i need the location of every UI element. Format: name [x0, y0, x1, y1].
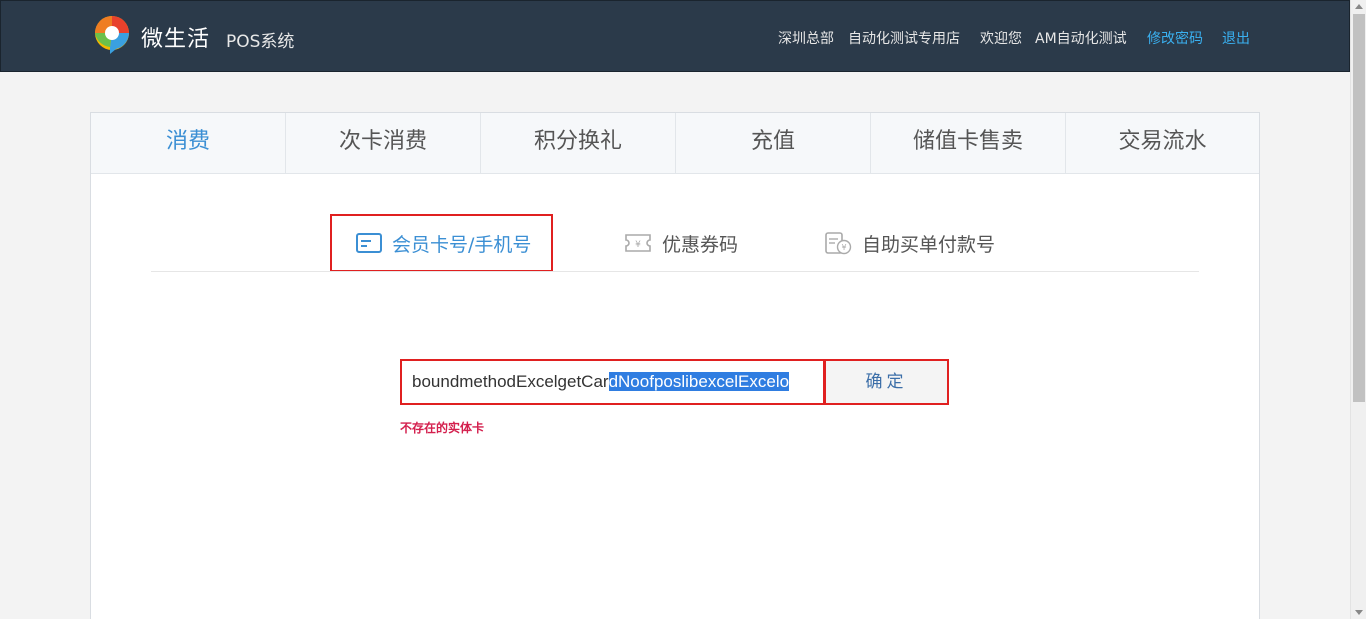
card-icon: [356, 233, 382, 253]
scroll-down-icon[interactable]: [1355, 610, 1363, 615]
subtab-self-pay[interactable]: ¥ 自助买单付款号: [824, 214, 995, 272]
tab-count-card-consume[interactable]: 次卡消费: [286, 113, 481, 173]
user-name: AM自动化测试: [1035, 31, 1127, 47]
svg-text:¥: ¥: [841, 243, 846, 252]
subtab-divider: [151, 271, 1199, 272]
tab-points-exchange[interactable]: 积分换礼: [481, 113, 676, 173]
subtab-member-card[interactable]: 会员卡号/手机号: [330, 214, 554, 272]
tab-recharge[interactable]: 充值: [676, 113, 871, 173]
scroll-up-icon[interactable]: [1355, 4, 1363, 9]
card-number-field[interactable]: boundmethodExcelgetCardNoofposlibexcelEx…: [400, 359, 825, 405]
logo-icon: [95, 16, 129, 54]
subtab-coupon[interactable]: ¥ 优惠券码: [624, 214, 738, 272]
store-hq: 深圳总部: [778, 31, 834, 47]
input-text-unselected: boundmethodExcelgetCar: [412, 372, 609, 391]
tab-consume[interactable]: 消费: [91, 113, 286, 173]
logout-link[interactable]: 退出: [1222, 28, 1250, 48]
change-password-link[interactable]: 修改密码: [1147, 28, 1203, 48]
subtab-member-card-label: 会员卡号/手机号: [392, 233, 532, 256]
card-number-input[interactable]: boundmethodExcelgetCardNoofposlibexcelEx…: [412, 361, 814, 403]
coupon-icon: ¥: [625, 234, 651, 252]
vertical-scrollbar[interactable]: [1350, 0, 1366, 619]
main-panel: 消费 次卡消费 积分换礼 充值 储值卡售卖 交易流水 会员卡号/手机号 ¥ 优惠…: [90, 112, 1260, 619]
subtab-self-pay-label: 自助买单付款号: [862, 233, 996, 256]
store-name: 自动化测试专用店: [848, 31, 960, 47]
tab-stored-card-sale[interactable]: 储值卡售卖: [871, 113, 1066, 173]
confirm-button[interactable]: 确定: [824, 359, 949, 405]
receipt-icon: ¥: [825, 232, 852, 255]
input-text-selected: dNoofposlibexcelExcelo: [608, 372, 790, 391]
tab-bar: 消费 次卡消费 积分换礼 充值 储值卡售卖 交易流水: [91, 113, 1259, 174]
tab-transactions[interactable]: 交易流水: [1066, 113, 1259, 173]
top-header: 微生活 POS系统 深圳总部 自动化测试专用店 欢迎您 AM自动化测试 修改密码…: [0, 0, 1350, 72]
brand-name: 微生活: [141, 27, 211, 52]
svg-text:¥: ¥: [635, 240, 641, 250]
subtab-coupon-label: 优惠券码: [662, 233, 739, 256]
error-message: 不存在的实体卡: [400, 421, 485, 435]
welcome-text: 欢迎您: [980, 31, 1022, 47]
brand-subtitle: POS系统: [226, 32, 295, 52]
scroll-thumb[interactable]: [1353, 14, 1365, 402]
